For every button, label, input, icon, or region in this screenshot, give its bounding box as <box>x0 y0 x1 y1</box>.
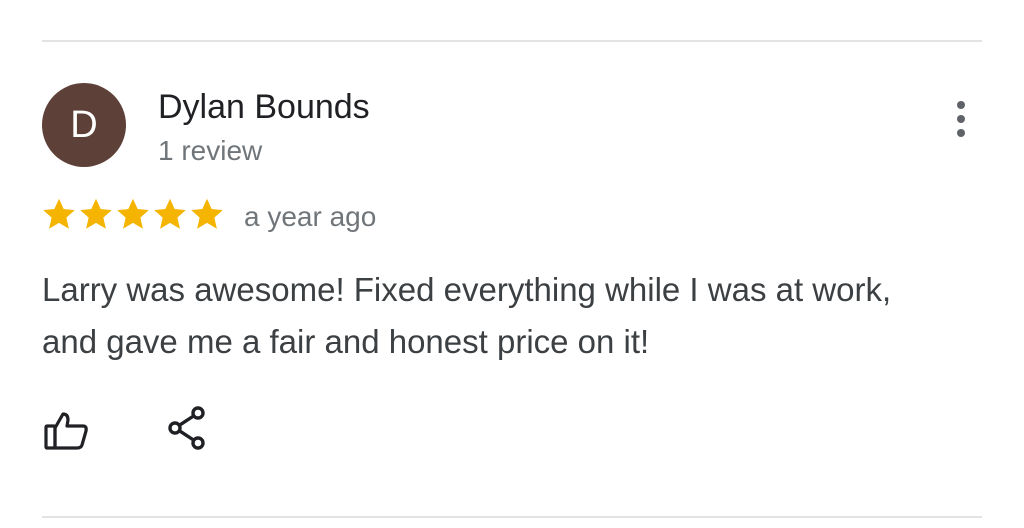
thumbs-up-icon <box>44 412 88 450</box>
more-vert-icon-dot <box>957 115 965 123</box>
review-text: Larry was awesome! Fixed everything whil… <box>42 271 892 360</box>
star-rating <box>41 196 225 232</box>
reviewer-name[interactable]: Dylan Bounds <box>158 88 370 127</box>
share-button[interactable] <box>162 404 210 452</box>
review-card: D Dylan Bounds 1 review a year ago Larry… <box>0 0 1024 528</box>
review-count: 1 review <box>158 135 263 166</box>
star-icon <box>43 198 75 229</box>
star-icon <box>117 198 149 229</box>
more-vert-icon-dot <box>957 129 965 137</box>
avatar[interactable]: D <box>42 83 126 167</box>
more-options-button[interactable] <box>940 96 982 142</box>
share-icon <box>168 406 205 450</box>
review-time: a year ago <box>244 201 377 232</box>
more-vert-icon <box>957 101 965 109</box>
bottom-divider <box>42 516 982 518</box>
top-divider <box>42 40 982 42</box>
star-icon <box>80 198 112 229</box>
star-icon <box>191 198 223 229</box>
like-button[interactable] <box>42 406 90 454</box>
avatar-initial: D <box>70 104 98 146</box>
star-icon <box>154 198 186 229</box>
